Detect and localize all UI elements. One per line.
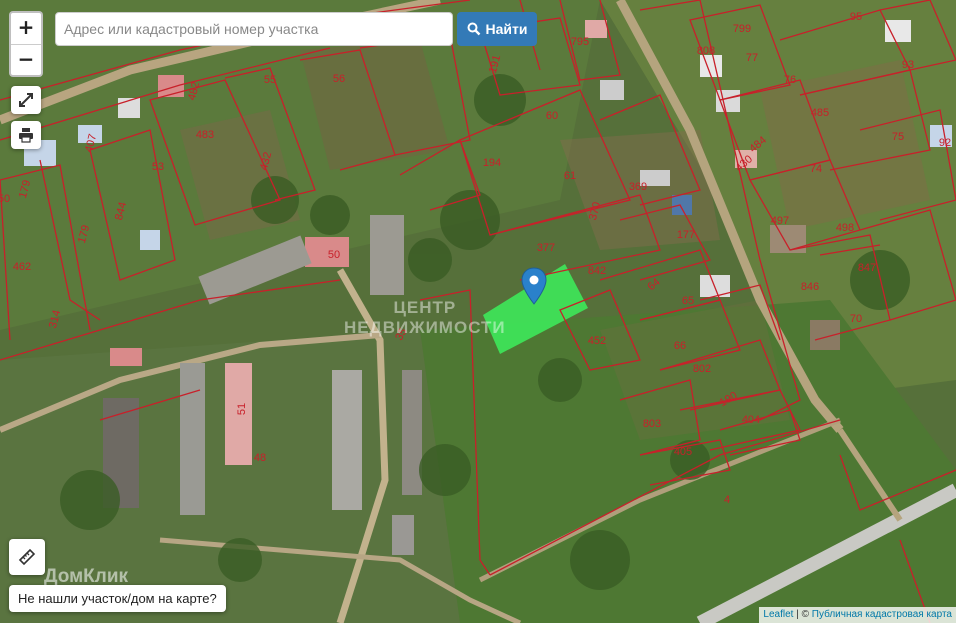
domclick-text: ДомКлик [44,566,129,587]
print-button[interactable] [11,121,41,149]
ruler-icon [18,548,36,566]
parcel-label: 803 [643,418,661,430]
search-icon [467,22,480,36]
parcel-label: 462 [13,261,31,273]
cadastral-map-link[interactable]: Публичная кадастровая карта [812,609,952,620]
parcel-label: 55 [264,74,276,86]
parcel-label: 66 [674,340,686,352]
parcel-label: 95 [850,11,862,23]
parcel-label: 75 [892,131,904,143]
parcel-label: 53 [152,161,164,173]
attribution-separator: | © [793,609,812,620]
parcel-label: 93 [902,59,914,71]
parcel-label: 369 [629,181,647,193]
parcel-label: 377 [537,242,555,254]
parcel-label: 808 [697,45,715,57]
printer-icon [19,128,33,143]
not-found-label: Не нашли участок/дом на карте? [18,591,217,606]
parcel-label: 842 [588,265,606,277]
parcel-label: 404 [742,414,760,426]
parcel-label: 65 [682,295,694,307]
watermark-line1: ЦЕНТР [393,298,457,317]
parcel-label: 405 [674,446,692,458]
parcel-label: 51 [236,403,248,415]
parcel-label: 497 [771,215,789,227]
parcel-label: 60 [546,110,558,122]
find-button[interactable]: Найти [457,12,537,46]
parcel-label: 50 [0,193,10,205]
parcel-label: 48 [254,452,266,464]
parcel-label: 483 [196,129,214,141]
zoom-in-button[interactable]: + [11,13,41,45]
parcel-label: 92 [939,137,951,149]
not-found-button[interactable]: Не нашли участок/дом на карте? [9,585,226,612]
parcel-label: 795 [571,36,589,48]
parcel-label: 194 [483,157,501,169]
parcel-label: 4 [724,494,730,506]
fullscreen-button[interactable] [11,86,41,114]
find-button-label: Найти [485,21,528,37]
parcel-label: 74 [810,163,822,175]
parcel-label: 177 [677,229,695,241]
parcel-label: 485 [811,107,829,119]
parcel-label: 452 [588,335,606,347]
attribution: Leaflet | © Публичная кадастровая карта [759,607,956,623]
watermark-line2: НЕДВИЖИМОСТИ [344,318,506,337]
ruler-button[interactable] [9,539,45,575]
parcel-label: 846 [801,281,819,293]
parcel-label: 77 [746,52,758,64]
zoom-control: + − [9,11,43,77]
parcel-label: 61 [564,170,576,182]
zoom-out-button[interactable]: − [11,45,41,76]
parcel-label: 847 [858,262,876,274]
search-input[interactable] [55,12,453,46]
parcel-label: 799 [733,23,751,35]
parcel-label: 50 [328,249,340,261]
parcel-label: 56 [333,73,345,85]
leaflet-link[interactable]: Leaflet [763,609,793,620]
parcel-label: 498 [836,222,854,234]
parcel-label: 76 [784,74,796,86]
parcel-label: 70 [850,313,862,325]
expand-icon [19,93,33,107]
watermark: ЦЕНТР НЕДВИЖИМОСТИ [344,298,506,338]
parcel-label: 802 [693,363,711,375]
